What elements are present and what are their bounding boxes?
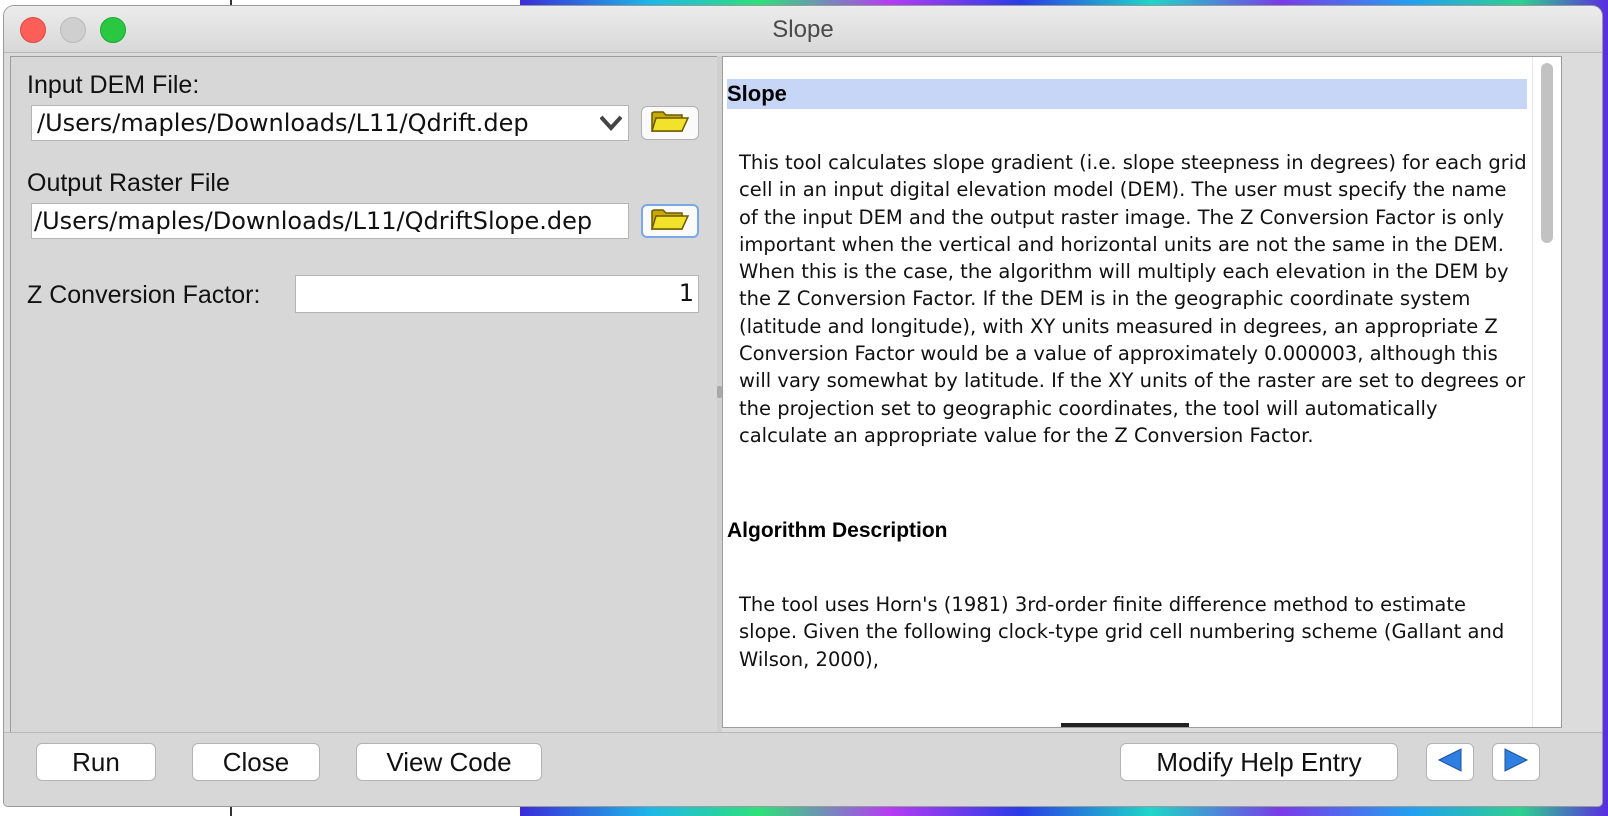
input-dem-combobox[interactable]: /Users/maples/Downloads/L11/Qdrift.dep xyxy=(31,105,629,141)
output-raster-field[interactable]: /Users/maples/Downloads/L11/QdriftSlope.… xyxy=(31,203,629,239)
chevron-down-icon[interactable] xyxy=(598,109,624,137)
button-bar: Run Close View Code Modify Help Entry xyxy=(4,732,1602,806)
z-factor-input[interactable]: 1 xyxy=(295,275,699,313)
help-image-edge xyxy=(1061,723,1189,727)
folder-open-icon xyxy=(650,206,690,236)
help-scrollbar-thumb[interactable] xyxy=(1541,63,1553,243)
view-code-button[interactable]: View Code xyxy=(356,743,542,781)
help-paragraph-algorithm: The tool uses Horn's (1981) 3rd-order fi… xyxy=(739,593,1505,671)
input-dem-label: Input DEM File: xyxy=(27,71,200,99)
help-subheading-algorithm: Algorithm Description xyxy=(727,519,948,542)
input-dem-value: /Users/maples/Downloads/L11/Qdrift.dep xyxy=(37,109,529,137)
right-arrow-icon xyxy=(1503,748,1529,776)
z-factor-value: 1 xyxy=(678,279,694,307)
window-title: Slope xyxy=(772,16,834,43)
title-bar[interactable]: Slope xyxy=(4,6,1602,53)
left-arrow-icon xyxy=(1437,748,1463,776)
help-panel: Slope This tool calculates slope gradien… xyxy=(722,56,1562,728)
run-button[interactable]: Run xyxy=(36,743,156,781)
parameters-panel: Input DEM File: /Users/maples/Downloads/… xyxy=(10,56,718,734)
z-factor-label: Z Conversion Factor: xyxy=(27,281,261,309)
help-paragraph-intro: This tool calculates slope gradient (i.e… xyxy=(739,151,1527,447)
output-raster-value: /Users/maples/Downloads/L11/QdriftSlope.… xyxy=(34,207,593,235)
folder-open-icon xyxy=(650,108,690,138)
input-dem-browse-button[interactable] xyxy=(641,106,699,140)
slope-dialog: Slope Input DEM File: /Users/maples/Down… xyxy=(4,6,1602,806)
help-back-button[interactable] xyxy=(1426,743,1474,781)
output-raster-browse-button[interactable] xyxy=(641,204,699,238)
help-forward-button[interactable] xyxy=(1492,743,1540,781)
help-heading: Slope xyxy=(727,79,1527,109)
close-button[interactable]: Close xyxy=(192,743,320,781)
output-raster-label: Output Raster File xyxy=(27,169,230,197)
help-scrollbar[interactable] xyxy=(1532,57,1561,727)
modify-help-entry-button[interactable]: Modify Help Entry xyxy=(1120,743,1398,781)
